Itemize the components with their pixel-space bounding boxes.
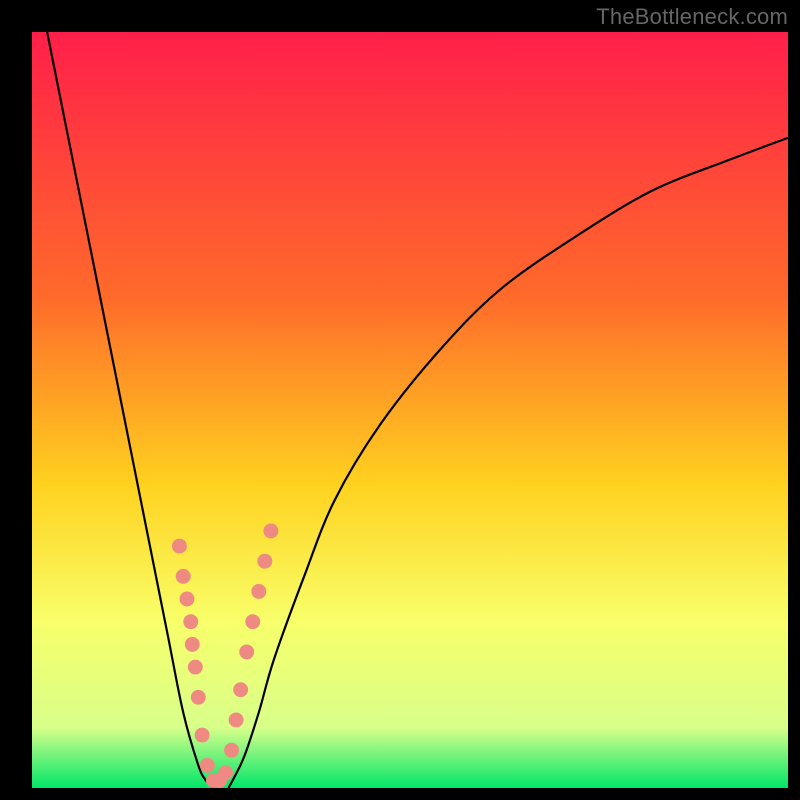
data-point xyxy=(188,660,203,675)
data-point xyxy=(263,523,278,538)
data-point xyxy=(176,569,191,584)
data-point xyxy=(200,758,215,773)
data-point xyxy=(218,765,233,780)
data-point xyxy=(229,712,244,727)
data-point xyxy=(224,743,239,758)
data-point xyxy=(257,554,272,569)
data-point xyxy=(172,539,187,554)
data-point xyxy=(185,637,200,652)
data-markers xyxy=(172,523,278,787)
data-point xyxy=(245,614,260,629)
data-point xyxy=(233,682,248,697)
chart-plot xyxy=(32,32,788,788)
watermark-text: TheBottleneck.com xyxy=(596,4,788,30)
data-point xyxy=(191,690,206,705)
data-point xyxy=(239,644,254,659)
data-point xyxy=(180,592,195,607)
data-point xyxy=(183,614,198,629)
chart-frame xyxy=(30,30,790,790)
curve-left xyxy=(47,32,213,788)
data-point xyxy=(195,728,210,743)
curve-right xyxy=(229,138,788,788)
data-point xyxy=(251,584,266,599)
